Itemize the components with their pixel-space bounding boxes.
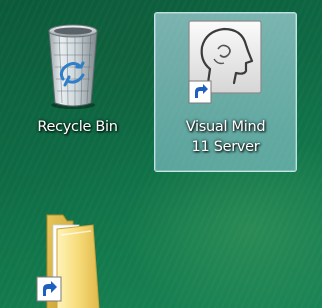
recycle-bin-icon — [48, 24, 98, 109]
shortcut-arrow-icon — [188, 80, 212, 104]
folder-icon — [36, 214, 100, 308]
visual-mind-label-line-2: 11 Server — [191, 139, 260, 155]
head-profile-icon — [188, 20, 262, 104]
visual-mind-label-line-1: Visual Mind — [185, 119, 266, 135]
recycle-bin-shortcut[interactable]: Recycle Bin — [10, 10, 145, 140]
visual-mind-11-server-shortcut[interactable]: Visual Mind 11 Server — [154, 12, 297, 172]
folder-shortcut[interactable] — [22, 202, 132, 308]
desktop[interactable]: Recycle Bin Visual Mind 11 Server — [0, 0, 322, 308]
recycle-bin-label: Recycle Bin — [37, 119, 118, 135]
shortcut-arrow-icon — [36, 276, 62, 302]
